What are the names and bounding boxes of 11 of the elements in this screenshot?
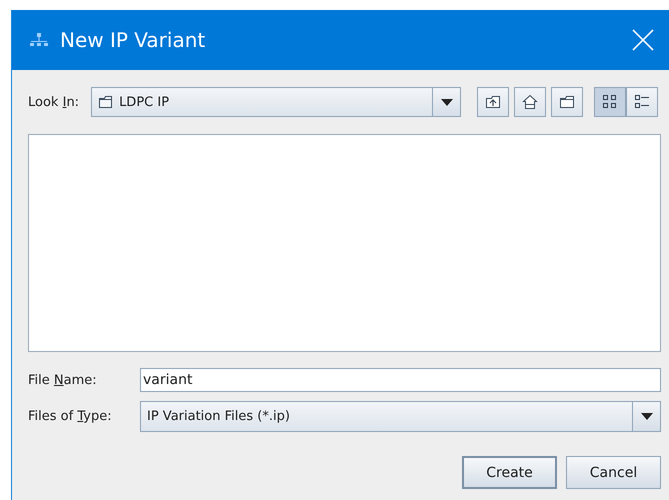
- look-in-label: Look In:: [28, 94, 80, 110]
- cancel-button[interactable]: Cancel: [566, 456, 661, 489]
- file-name-label: File Name:: [28, 372, 98, 388]
- file-type-label: Files of Type:: [28, 409, 113, 424]
- dropdown-value: IP Variation Files (*.ip): [147, 409, 290, 424]
- window-title: New IP Variant: [60, 28, 206, 52]
- create-button[interactable]: Create: [462, 456, 557, 489]
- file-name-field[interactable]: variant: [140, 368, 661, 392]
- file-type-dropdown[interactable]: IP Variation Files (*.ip): [140, 401, 661, 432]
- look-in-dropdown[interactable]: LDPC IP: [91, 87, 462, 117]
- dropdown-value: LDPC IP: [119, 94, 170, 110]
